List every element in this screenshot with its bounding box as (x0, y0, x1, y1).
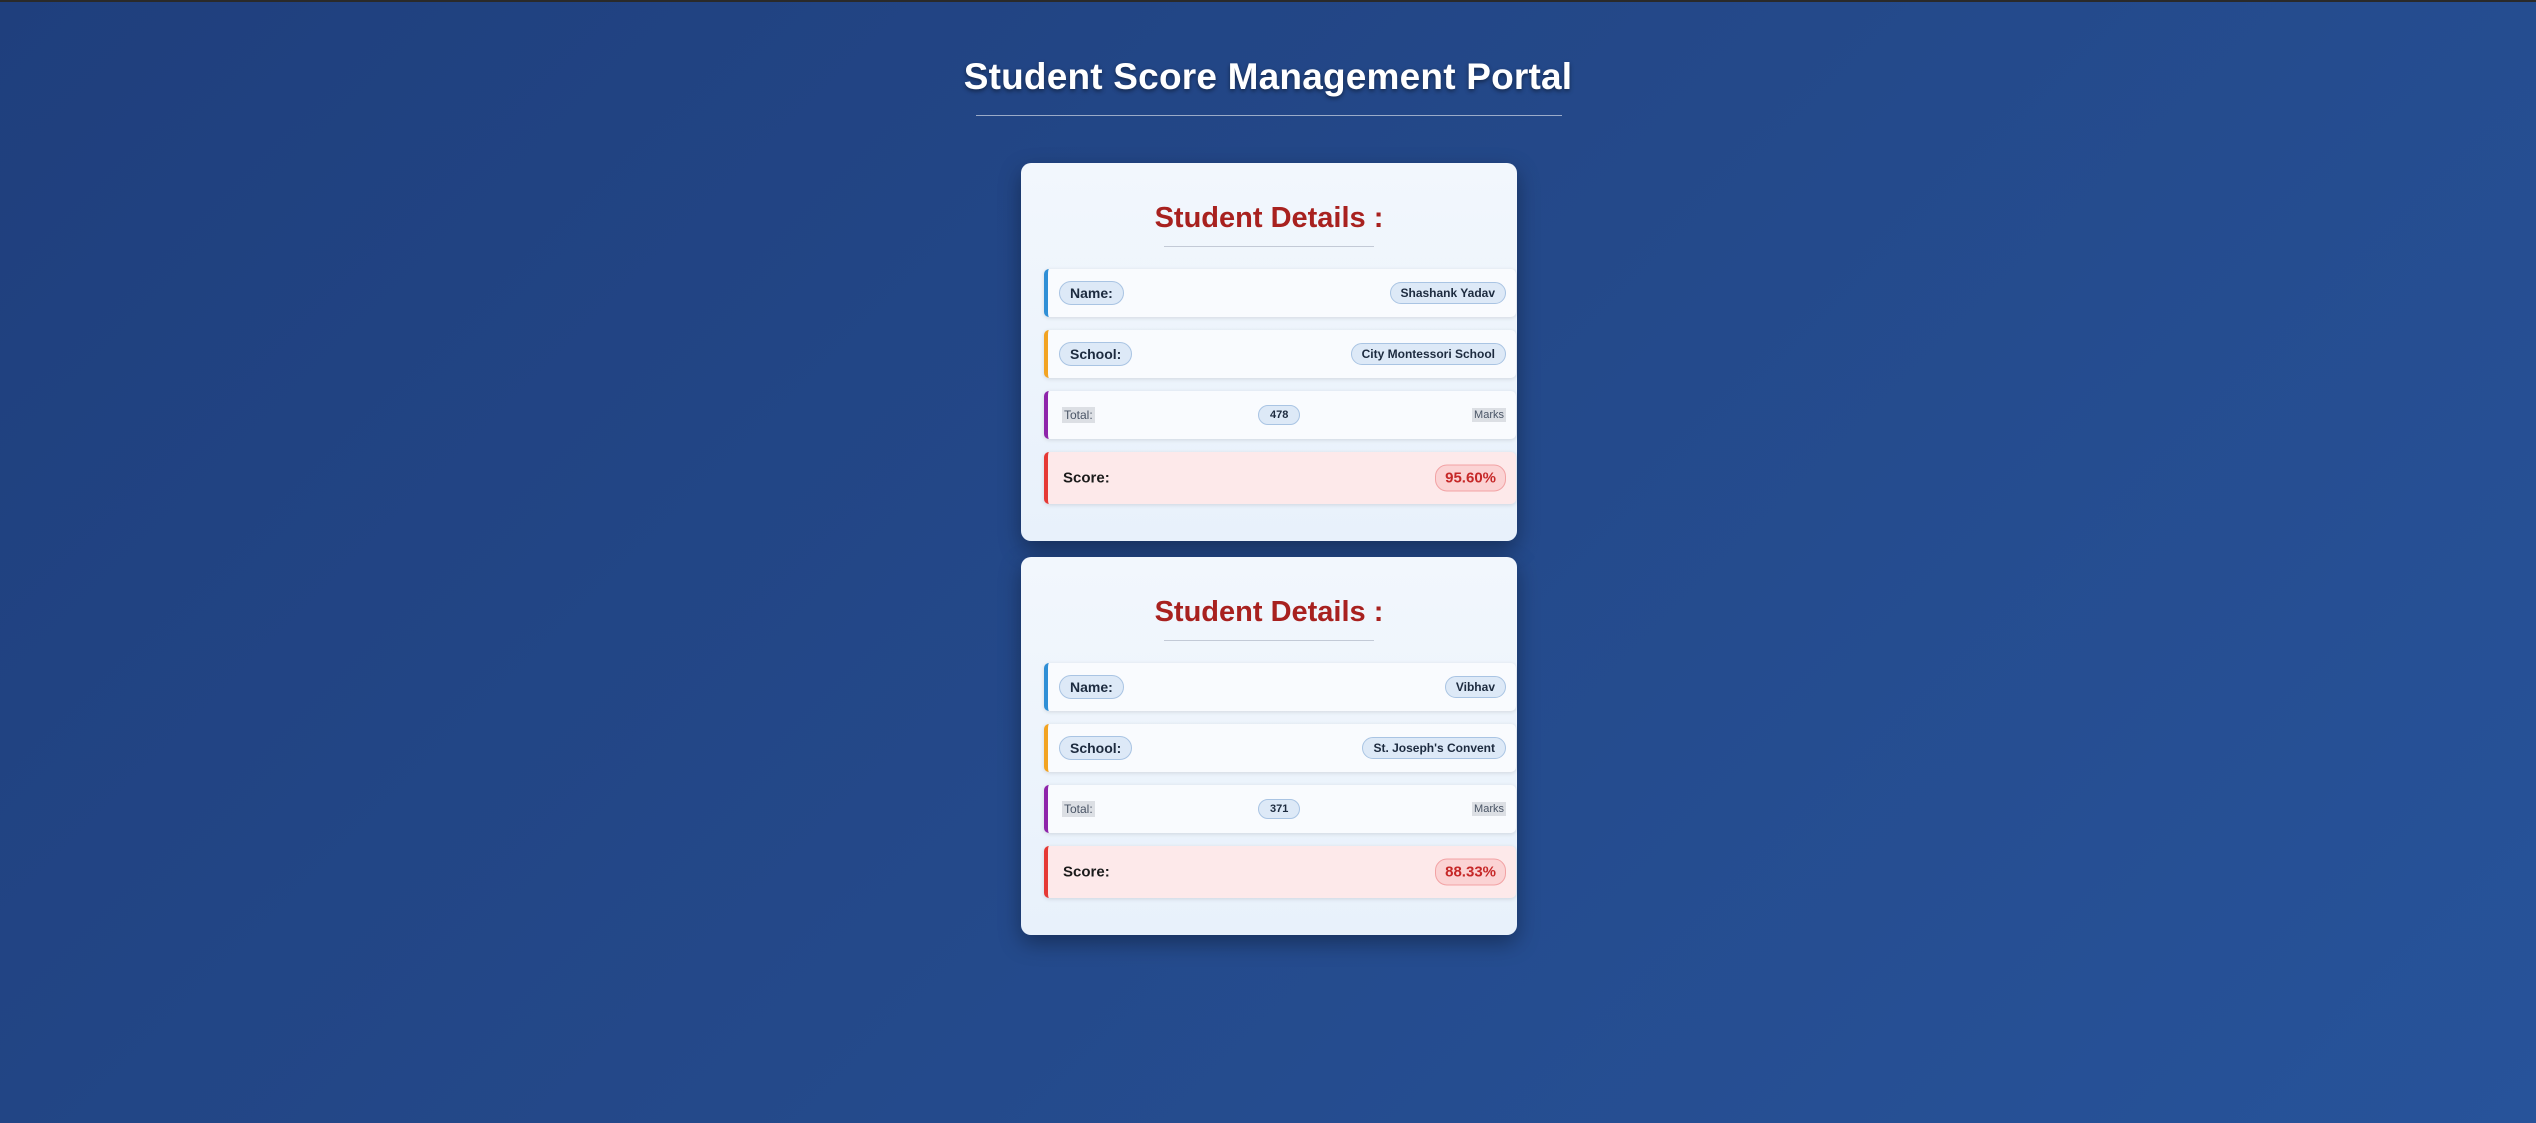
marks-unit: Marks (1472, 408, 1506, 422)
school-row: School: St. Joseph's Convent (1044, 724, 1516, 772)
total-label: Total: (1062, 801, 1095, 817)
student-details-heading: Student Details : (1154, 596, 1384, 628)
score-row: Score: 88.33% (1044, 846, 1516, 898)
score-label: Score: (1063, 469, 1110, 487)
score-badge: 95.60% (1435, 464, 1506, 492)
student-name: Shashank Yadav (1389, 282, 1506, 304)
score-row: Score: 95.60% (1044, 452, 1516, 504)
school-row: School: City Montessori School (1044, 330, 1516, 378)
school-label: School: (1059, 342, 1133, 366)
school-name: St. Joseph's Convent (1362, 737, 1506, 759)
name-row: Name: Vibhav (1044, 663, 1516, 711)
total-marks: 371 (1258, 799, 1301, 819)
heading-divider (1164, 246, 1374, 247)
name-label: Name: (1059, 281, 1124, 305)
total-row: Total: 371 Marks (1044, 785, 1516, 833)
total-label: Total: (1062, 407, 1095, 423)
score-badge: 88.33% (1435, 858, 1506, 886)
student-card: Student Details : Name: Vibhav School: S… (1021, 557, 1517, 935)
name-label: Name: (1059, 675, 1124, 699)
marks-unit: Marks (1472, 802, 1506, 816)
student-card: Student Details : Name: Shashank Yadav S… (1021, 163, 1517, 541)
student-details-heading: Student Details : (1154, 202, 1384, 234)
total-row: Total: 478 Marks (1044, 391, 1516, 439)
total-marks: 478 (1258, 405, 1301, 425)
score-label: Score: (1063, 863, 1110, 881)
school-label: School: (1059, 736, 1133, 760)
student-name: Vibhav (1444, 676, 1506, 698)
heading-divider (1164, 640, 1374, 641)
title-divider (976, 115, 1562, 116)
name-row: Name: Shashank Yadav (1044, 269, 1516, 317)
page-title: Student Score Management Portal (963, 56, 1573, 97)
school-name: City Montessori School (1350, 343, 1506, 365)
